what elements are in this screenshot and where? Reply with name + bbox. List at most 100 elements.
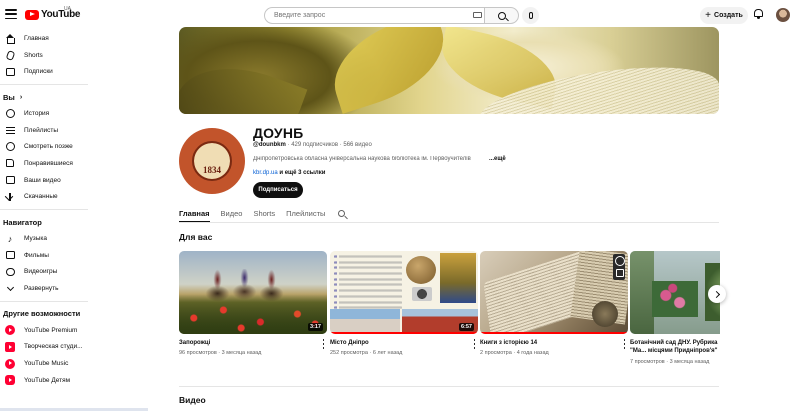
- sidebar-section-navigator: Навигатор: [3, 217, 42, 227]
- sidebar-section-you[interactable]: Вы ›: [0, 89, 150, 105]
- video-meta: 2 просмотра · 4 года назад: [480, 350, 549, 356]
- logo-region: UA: [64, 6, 71, 12]
- video-card[interactable]: Книги з історією 14 2 просмотра · 4 года…: [480, 251, 628, 356]
- sidebar-item-shorts[interactable]: Shorts: [0, 47, 150, 64]
- chevron-right-icon: [712, 290, 720, 298]
- video-card[interactable]: 3:17 Запорожці 96 просмотров · 3 месяца …: [179, 251, 327, 356]
- emblem-year: 1834: [203, 165, 221, 175]
- video-title[interactable]: Місто Дніпро: [330, 339, 462, 347]
- channel-handle: @dounbkm: [253, 142, 286, 148]
- film-icon: [5, 250, 15, 260]
- channel-search-button[interactable]: [338, 205, 350, 222]
- video-thumbnail[interactable]: [480, 251, 628, 334]
- video-age: 4 года назад: [516, 350, 549, 356]
- search-input[interactable]: [264, 7, 484, 24]
- sidebar-section-more: Другие возможности: [3, 309, 81, 319]
- subscriptions-icon: [5, 67, 15, 77]
- youtube-studio-icon: [5, 341, 15, 352]
- video-title[interactable]: Запорожці: [179, 339, 311, 347]
- youtube-play-icon: [25, 9, 39, 20]
- shorts-icon: [5, 49, 15, 61]
- divider: [0, 300, 88, 302]
- search-button[interactable]: [484, 7, 519, 24]
- video-thumbnail[interactable]: [630, 251, 720, 334]
- sidebar-item-expand[interactable]: Развернуть: [0, 280, 150, 297]
- video-duration: 3:17: [307, 323, 323, 331]
- video-age: 6 лет назад: [372, 350, 403, 356]
- channel-link[interactable]: kbr.dp.ua: [253, 170, 278, 176]
- sidebar-item-label: Ваши видео: [24, 176, 61, 184]
- channel-avatar: 1834: [179, 128, 245, 194]
- sidebar-item-downloads[interactable]: Скачанные: [0, 189, 150, 206]
- avatar[interactable]: [776, 8, 790, 22]
- music-icon: ♪: [7, 233, 13, 244]
- channel-links: kbr.dp.ua и ещё 3 ссылки: [253, 170, 325, 176]
- video-age: 3 месяца назад: [669, 359, 710, 365]
- sidebar-item-label: Плейлисты: [24, 126, 59, 134]
- sidebar-item-subscriptions[interactable]: Подписки: [0, 63, 150, 80]
- sidebar-item-youtube-kids[interactable]: YouTube Детям: [0, 372, 150, 389]
- microphone-icon: [528, 12, 533, 19]
- video-thumbnail[interactable]: 6:57: [330, 251, 478, 334]
- sidebar-item-youtube-studio[interactable]: Творческая студи...: [0, 339, 150, 356]
- keyboard-icon[interactable]: [473, 12, 482, 18]
- channel-banner: [179, 27, 719, 114]
- more-links[interactable]: и ещё 3 ссылки: [278, 170, 325, 176]
- sidebar-item-home[interactable]: Главная: [0, 30, 150, 47]
- notifications-bell-icon[interactable]: [754, 9, 763, 20]
- tab-shorts[interactable]: Shorts: [253, 205, 275, 222]
- search-icon: [497, 11, 506, 20]
- section-title-for-you: Для вас: [179, 232, 213, 242]
- video-title[interactable]: Книги з історією 14: [480, 339, 612, 347]
- video-duration: 6:57: [458, 323, 474, 331]
- description-more-link[interactable]: ...ещё: [489, 156, 506, 162]
- subscribe-button[interactable]: Подписаться: [253, 182, 303, 198]
- youtube-premium-icon: [5, 325, 15, 336]
- video-age: 3 месяца назад: [221, 350, 262, 356]
- sidebar-item-youtube-premium[interactable]: YouTube Premium: [0, 322, 150, 339]
- video-card[interactable]: Ботанічний сад ДНУ. Рубрика "Ма... місця…: [630, 251, 720, 365]
- chevron-down-icon: [5, 283, 15, 294]
- plus-icon: +: [705, 9, 712, 21]
- sidebar-item-films[interactable]: Фильмы: [0, 247, 150, 264]
- carousel-next-button[interactable]: [708, 285, 726, 303]
- video-views: 7 просмотров: [630, 359, 665, 365]
- sidebar-item-games[interactable]: Видеоигры: [0, 264, 150, 281]
- video-card[interactable]: 6:57 Місто Дніпро 252 просмотра · 6 лет …: [330, 251, 478, 356]
- sidebar-item-label: Подписки: [24, 68, 53, 76]
- sidebar-item-history[interactable]: История: [0, 105, 150, 122]
- sidebar-item-your-videos[interactable]: Ваши видео: [0, 172, 150, 189]
- video-thumbnail[interactable]: 3:17: [179, 251, 327, 334]
- tab-playlists[interactable]: Плейлисты: [286, 205, 325, 222]
- video-meta: 96 просмотров · 3 месяца назад: [179, 350, 262, 356]
- gamepad-icon: [5, 267, 15, 277]
- top-bar: YouTube UA + Создать: [0, 0, 800, 30]
- tab-home[interactable]: Главная: [179, 205, 210, 222]
- logo-text: YouTube: [41, 9, 81, 20]
- sidebar-item-playlists[interactable]: Плейлисты: [0, 122, 150, 139]
- sidebar-item-liked[interactable]: Понравившиеся: [0, 155, 150, 172]
- tab-videos[interactable]: Видео: [221, 205, 243, 222]
- sidebar-item-label: Развернуть: [24, 285, 59, 293]
- channel-description[interactable]: Дніпропетровська обласна універсальна на…: [253, 156, 493, 162]
- watch-later-overlay-icon[interactable]: [613, 254, 625, 280]
- youtube-logo[interactable]: YouTube UA: [25, 6, 81, 20]
- sidebar-item-label: Понравившиеся: [24, 159, 73, 167]
- more-options-icon[interactable]: [473, 339, 476, 349]
- history-icon: [5, 108, 15, 118]
- sidebar-item-music[interactable]: ♪ Музыка: [0, 230, 150, 247]
- sidebar-item-youtube-music[interactable]: YouTube Music: [0, 355, 150, 372]
- sidebar: Главная Shorts Подписки Вы › История Пле…: [0, 30, 150, 411]
- sidebar-item-watch-later[interactable]: Смотреть позже: [0, 138, 150, 155]
- video-title[interactable]: Ботанічний сад ДНУ. Рубрика "Ма... місця…: [630, 339, 718, 355]
- more-options-icon[interactable]: [623, 339, 626, 349]
- search-icon: [338, 210, 346, 217]
- voice-search-button[interactable]: [522, 7, 539, 24]
- create-label: Создать: [714, 12, 743, 19]
- section-title: Вы: [3, 92, 15, 102]
- more-options-icon[interactable]: [322, 339, 325, 349]
- sidebar-item-label: Главная: [24, 34, 49, 42]
- menu-icon[interactable]: [5, 9, 17, 19]
- section-divider: [179, 386, 719, 387]
- create-button[interactable]: + Создать: [700, 7, 748, 24]
